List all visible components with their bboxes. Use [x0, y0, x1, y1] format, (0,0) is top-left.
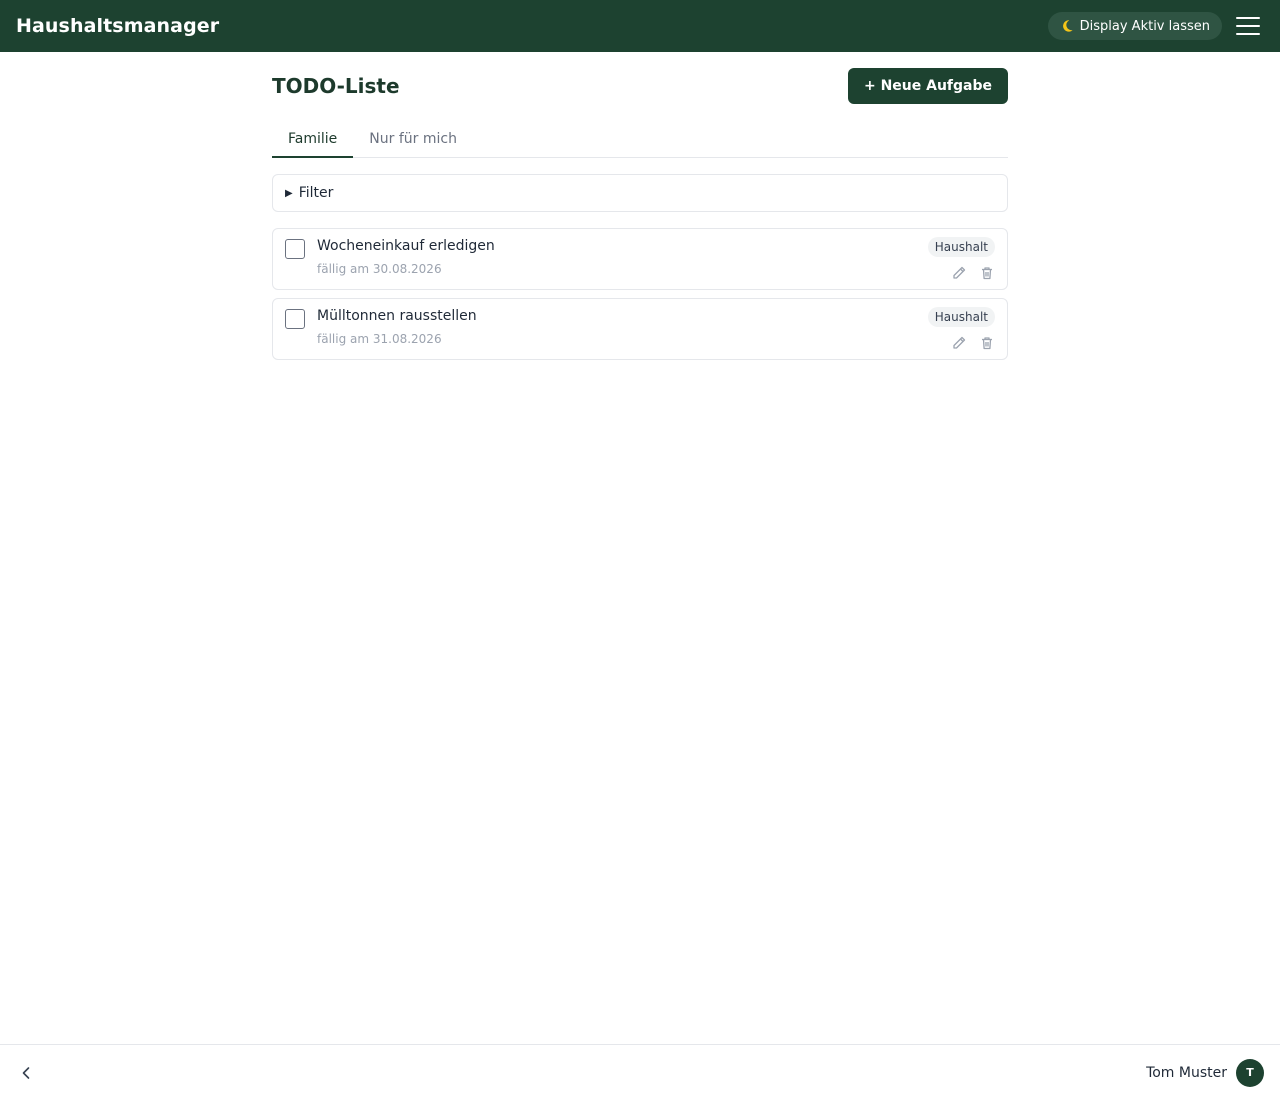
filter-toggle[interactable]: ▶ Filter	[272, 174, 1008, 212]
app-title: Haushaltsmanager	[16, 15, 220, 37]
new-task-button[interactable]: + Neue Aufgabe	[847, 68, 1008, 104]
delete-trash-icon[interactable]	[979, 265, 995, 281]
task-title: Wocheneinkauf erledigen	[317, 238, 495, 254]
hamburger-menu-icon[interactable]	[1236, 17, 1260, 35]
user-menu[interactable]: Tom Muster T	[1146, 1058, 1264, 1087]
expand-triangle-icon: ▶	[285, 187, 293, 199]
task-category-badge: Haushalt	[927, 237, 995, 257]
task-title: Mülltonnen rausstellen	[317, 308, 477, 324]
main-content: TODO-Liste + Neue Aufgabe Familie Nur fü…	[272, 52, 1008, 360]
page-title: TODO-Liste	[272, 74, 400, 98]
task-due-date: fällig am 31.08.2026	[317, 332, 442, 346]
task-item: Wocheneinkauf erledigen fällig am 30.08.…	[272, 228, 1008, 290]
tab-nur-fuer-mich[interactable]: Nur für mich	[353, 120, 473, 157]
topbar-actions: Display Aktiv lassen	[1047, 12, 1264, 40]
bottom-bar: Tom Muster T	[0, 1044, 1280, 1100]
moon-icon	[1062, 20, 1073, 32]
task-actions	[951, 265, 995, 281]
keep-display-awake-label: Display Aktiv lassen	[1079, 18, 1210, 34]
page-header: TODO-Liste + Neue Aufgabe	[272, 52, 1008, 120]
task-checkbox[interactable]	[285, 239, 305, 259]
user-name: Tom Muster	[1146, 1064, 1227, 1081]
task-checkbox[interactable]	[285, 309, 305, 329]
delete-trash-icon[interactable]	[979, 335, 995, 351]
task-category-badge: Haushalt	[927, 307, 995, 327]
edit-pencil-icon[interactable]	[951, 265, 967, 281]
task-item: Mülltonnen rausstellen fällig am 31.08.2…	[272, 298, 1008, 360]
task-actions	[951, 335, 995, 351]
tab-familie[interactable]: Familie	[272, 120, 354, 158]
task-due-date: fällig am 30.08.2026	[317, 262, 442, 276]
chevron-left-icon[interactable]	[16, 1063, 36, 1083]
keep-display-awake-button[interactable]: Display Aktiv lassen	[1047, 12, 1222, 40]
task-list: Wocheneinkauf erledigen fällig am 30.08.…	[272, 228, 1008, 360]
filter-label: Filter	[298, 185, 334, 201]
avatar: T	[1236, 1058, 1264, 1087]
top-app-bar: Haushaltsmanager Display Aktiv lassen	[0, 0, 1280, 52]
edit-pencil-icon[interactable]	[951, 335, 967, 351]
list-tabs: Familie Nur für mich	[272, 120, 1008, 158]
